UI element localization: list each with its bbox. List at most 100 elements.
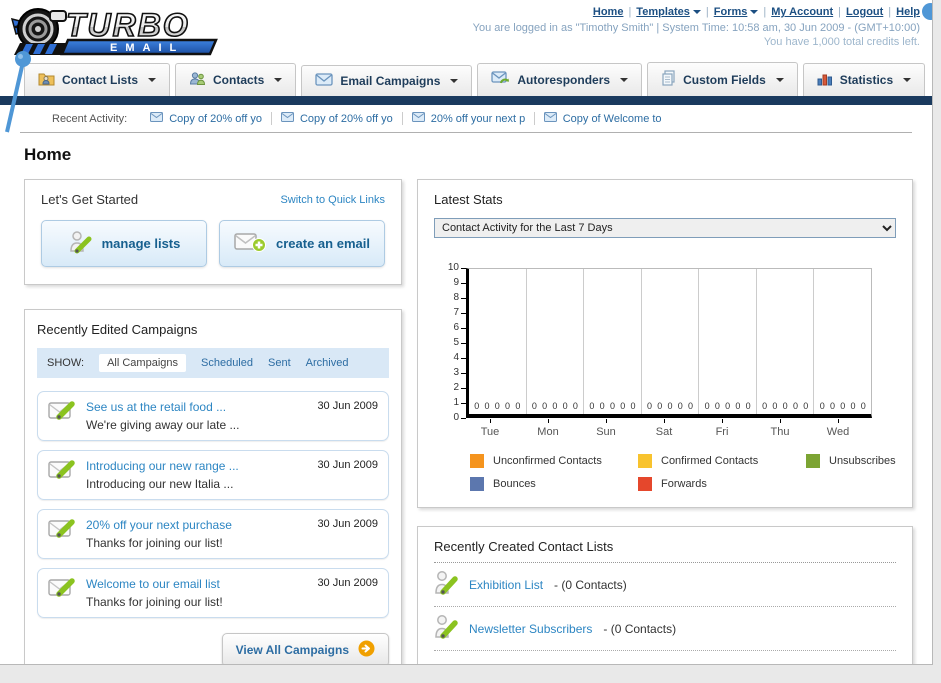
- legend-item-forwards: Forwards: [638, 477, 806, 491]
- campaign-text: See us at the retail food ... We're givin…: [86, 400, 307, 432]
- campaign-title-link[interactable]: Welcome to our email list: [86, 577, 307, 591]
- x-axis-label: Tue: [461, 418, 519, 438]
- nav-link-home[interactable]: Home: [593, 6, 624, 18]
- tab-label: Custom Fields: [683, 72, 766, 87]
- turbo-email-logo: TURBO EMAIL: [6, 3, 231, 64]
- contact-list-link[interactable]: Newsletter Subscribers: [469, 622, 592, 636]
- contact-list-link[interactable]: Exhibition List: [469, 578, 543, 592]
- nav-link-help[interactable]: Help: [896, 6, 920, 18]
- nav-link-forms[interactable]: Forms: [714, 6, 748, 18]
- recent-activity-item[interactable]: Copy of 20% off yo: [141, 112, 271, 125]
- header: TURBO EMAIL Home | Templates | Forms | My Acco…: [0, 0, 932, 133]
- chart-value-labels: 00000: [531, 401, 578, 411]
- filter-scheduled[interactable]: Scheduled: [201, 357, 253, 369]
- custom-fields-icon: [661, 70, 676, 89]
- tab-contact-lists[interactable]: Contact Lists: [24, 63, 171, 96]
- campaign-list-item[interactable]: See us at the retail food ... We're givin…: [37, 391, 389, 441]
- campaign-title-link[interactable]: 20% off your next purchase: [86, 518, 307, 532]
- tab-label: Contact Lists: [62, 73, 139, 87]
- chart-value-labels: 00000: [474, 401, 521, 411]
- chart-value-labels: 00000: [704, 401, 751, 411]
- chart-day-group: 00000: [757, 269, 815, 414]
- recent-activity-items: Copy of 20% off yo Copy of 20% off yo 20% …: [141, 112, 666, 125]
- legend-label: Bounces: [493, 478, 536, 490]
- envelope-icon: [150, 112, 164, 125]
- login-status-text: You are logged in as "Timothy Smith" | S…: [472, 22, 920, 34]
- chart-legend: Unconfirmed Contacts Confirmed Contacts Un…: [470, 454, 896, 491]
- envelope-icon: [280, 112, 294, 125]
- x-axis-label: Wed: [809, 418, 867, 438]
- legend-label: Confirmed Contacts: [661, 455, 759, 467]
- y-axis-tick: 6: [453, 323, 466, 333]
- main-content: Home Let's Get Started Switch to Quick L…: [0, 133, 932, 664]
- tab-custom-fields[interactable]: Custom Fields: [647, 62, 798, 96]
- contact-lists-icon: [38, 71, 55, 89]
- y-axis-tick: 5: [453, 338, 466, 348]
- nav-link-logout[interactable]: Logout: [846, 6, 883, 18]
- campaign-subtitle: Thanks for joining our list!: [86, 536, 223, 550]
- filter-sent[interactable]: Sent: [268, 357, 291, 369]
- y-axis-tick: 1: [453, 398, 466, 408]
- stats-range-select[interactable]: Contact Activity for the Last 7 Days: [434, 218, 896, 238]
- contact-lists-panel-title: Recently Created Contact Lists: [434, 539, 896, 563]
- x-axis-label: Fri: [693, 418, 751, 438]
- chart-value-labels: 00000: [819, 401, 866, 411]
- campaign-list-item[interactable]: Welcome to our email list Thanks for join…: [37, 568, 389, 618]
- tab-label: Contacts: [213, 73, 265, 87]
- recent-activity-item-label: 20% off your next p: [430, 112, 526, 125]
- campaign-list-item[interactable]: 20% off your next purchase Thanks for joi…: [37, 509, 389, 559]
- tab-email-campaigns[interactable]: Email Campaigns: [301, 65, 473, 96]
- chart-day-group: 00000: [527, 269, 585, 414]
- x-axis-label: Sun: [577, 418, 635, 438]
- campaign-title-link[interactable]: Introducing our new range ...: [86, 459, 307, 473]
- header-right: Home | Templates | Forms | My Account | Logout | H…: [473, 6, 920, 48]
- campaign-date: 30 Jun 2009: [317, 577, 378, 589]
- nav-link-my-account[interactable]: My Account: [771, 6, 833, 18]
- chevron-down-icon: [148, 78, 157, 82]
- campaign-list-item[interactable]: Introducing our new range ... Introducing…: [37, 450, 389, 500]
- legend-swatch: [638, 454, 652, 468]
- campaign-date: 30 Jun 2009: [317, 518, 378, 530]
- contacts-icon: [189, 71, 206, 89]
- filter-all-campaigns[interactable]: All Campaigns: [99, 354, 186, 372]
- recent-activity-item[interactable]: 20% off your next p: [401, 112, 534, 125]
- chart-day-group: 00000: [642, 269, 700, 414]
- envelope-pencil-icon: [48, 400, 76, 432]
- tab-contacts[interactable]: Contacts: [175, 63, 297, 96]
- navy-divider-bar: [0, 96, 932, 105]
- chart-value-labels: 00000: [646, 401, 694, 411]
- person-pencil-icon: [434, 614, 458, 643]
- view-all-campaigns-button[interactable]: View All Campaigns: [221, 633, 389, 664]
- legend-item-confirmed-contacts: Confirmed Contacts: [638, 454, 806, 468]
- chevron-down-icon: [450, 79, 459, 83]
- recent-activity-item[interactable]: Copy of 20% off yo: [270, 112, 402, 125]
- legend-swatch: [470, 454, 484, 468]
- nav-link-templates[interactable]: Templates: [636, 6, 690, 18]
- campaigns-panel-title: Recently Edited Campaigns: [37, 322, 198, 337]
- recent-activity-item[interactable]: Copy of Welcome to: [533, 112, 666, 125]
- filter-archived[interactable]: Archived: [306, 357, 349, 369]
- tab-label: Email Campaigns: [340, 74, 441, 88]
- tab-autoresponders[interactable]: Autoresponders: [477, 63, 643, 96]
- chart-day-group: 00000: [584, 269, 642, 414]
- campaign-title-link[interactable]: See us at the retail food ...: [86, 400, 307, 414]
- create-an-email-button[interactable]: create an email: [219, 220, 385, 267]
- tab-statistics[interactable]: Statistics: [802, 63, 926, 96]
- envelope-pencil-icon: [48, 577, 76, 609]
- chevron-down-icon: [692, 10, 701, 15]
- person-pencil-icon: [434, 570, 458, 599]
- svg-text:TURBO: TURBO: [66, 7, 190, 43]
- y-axis-tick: 2: [453, 383, 466, 393]
- nav-separator: |: [888, 6, 892, 18]
- contact-list-item[interactable]: Newsletter Subscribers - (0 Contacts): [434, 607, 896, 651]
- get-started-panel: Let's Get Started Switch to Quick Links: [24, 179, 402, 285]
- show-label: SHOW:: [47, 357, 85, 369]
- contact-list-item[interactable]: Exhibition List - (0 Contacts): [434, 563, 896, 607]
- manage-lists-button[interactable]: manage lists: [41, 220, 207, 267]
- recent-activity-item-label: Copy of 20% off yo: [169, 112, 262, 125]
- nav-separator: |: [628, 6, 632, 18]
- x-axis-label: Sat: [635, 418, 693, 438]
- contact-list-count: - (0 Contacts): [554, 577, 627, 592]
- switch-to-quick-links-link[interactable]: Switch to Quick Links: [280, 194, 385, 206]
- latest-stats-panel: Latest Stats Contact Activity for the La…: [417, 179, 913, 508]
